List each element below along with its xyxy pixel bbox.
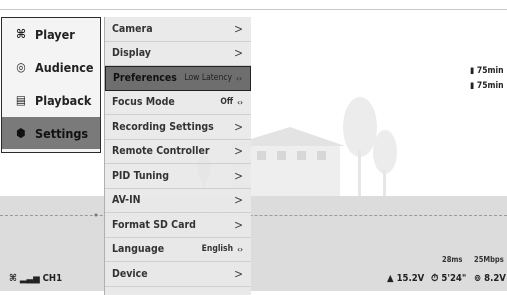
- nav-item-label: Settings: [35, 125, 89, 141]
- row-value: Low Latency: [184, 73, 233, 84]
- row-label: Camera: [112, 22, 153, 35]
- row-label: Recording Settings: [112, 120, 214, 133]
- menu-row-av-in[interactable]: AV-IN >: [105, 189, 251, 213]
- row-label: Preferences: [113, 72, 177, 85]
- battery-time: 75min: [476, 81, 504, 91]
- nav-item-audience[interactable]: ◎ Audience: [2, 51, 100, 83]
- voltage-value: 15.2V: [396, 273, 425, 284]
- drone-battery-indicator: ▮ 75min: [470, 66, 504, 76]
- battery-icon: ▮: [470, 81, 475, 91]
- drone-link-icon: ⌘: [9, 273, 17, 284]
- nav-item-playback[interactable]: ▤ Playback: [2, 84, 100, 116]
- chevron-right-icon: >: [233, 266, 243, 281]
- row-label: Display: [112, 47, 151, 60]
- chevron-right-icon: >: [233, 217, 243, 232]
- chevron-right-icon: >: [233, 21, 243, 36]
- drone-icon: ▲: [387, 273, 394, 284]
- row-label: PID Tuning: [112, 169, 170, 182]
- menu-row-camera[interactable]: Camera >: [105, 17, 251, 42]
- drone-voltage: ▲ 15.2V: [387, 273, 424, 284]
- signal-indicator: ⌘ ▂▃▅ CH1: [9, 273, 62, 284]
- flight-time: ⏱ 5'24": [431, 273, 466, 284]
- player-icon: ⌘: [15, 27, 27, 41]
- row-label: Focus Mode: [112, 96, 175, 109]
- channel-label: CH1: [42, 273, 63, 284]
- left-right-arrows-icon[interactable]: ‹›: [237, 98, 243, 107]
- row-label: Format SD Card: [112, 218, 196, 231]
- nav-item-player[interactable]: ⌘ Player: [2, 18, 100, 50]
- chevron-right-icon: >: [233, 168, 243, 183]
- menu-row-remote-controller[interactable]: Remote Controller >: [105, 140, 251, 164]
- nav-item-settings[interactable]: ⬢ Settings: [2, 117, 100, 149]
- row-label: Remote Controller: [112, 145, 210, 158]
- menu-row-display[interactable]: Display >: [105, 42, 251, 66]
- goggles-voltage-value: 8.2V: [484, 273, 506, 284]
- left-right-arrows-icon[interactable]: ‹›: [236, 74, 242, 83]
- flight-time-value: 5'24": [441, 273, 467, 284]
- row-label: Language: [112, 243, 165, 256]
- goggles-icon: ⊚: [474, 273, 482, 284]
- menu-row-focus-mode[interactable]: Focus Mode Off ‹›: [105, 91, 251, 115]
- latency-readout: 28ms: [442, 255, 463, 264]
- timer-icon: ⏱: [431, 273, 439, 284]
- menu-row-preferences[interactable]: Preferences Low Latency ‹›: [105, 66, 251, 91]
- bitrate-readout: 25Mbps: [474, 255, 504, 264]
- menu-row-device[interactable]: Device >: [105, 262, 251, 287]
- chevron-right-icon: >: [233, 46, 243, 61]
- playback-icon: ▤: [15, 93, 27, 107]
- chevron-right-icon: >: [233, 119, 243, 134]
- settings-gear-icon: ⬢: [16, 126, 26, 140]
- goggles-battery-indicator: ▮ 75min: [470, 81, 504, 91]
- row-value: English: [201, 244, 234, 255]
- battery-time: 75min: [476, 66, 504, 76]
- goggles-voltage: ⊚ 8.2V: [474, 273, 506, 284]
- row-value: Off: [220, 97, 234, 108]
- battery-icon: ▮: [470, 66, 475, 76]
- nav-item-label: Playback: [35, 92, 92, 108]
- signal-bars-icon: ▂▃▅: [19, 273, 40, 284]
- main-nav: ⌘ Player ◎ Audience ▤ Playback ⬢ Setting…: [1, 17, 101, 153]
- menu-row-recording-settings[interactable]: Recording Settings >: [105, 115, 251, 140]
- menu-row-format-sd-card[interactable]: Format SD Card >: [105, 213, 251, 238]
- nav-item-label: Player: [35, 26, 75, 42]
- row-label: AV-IN: [112, 194, 141, 207]
- menu-row-language[interactable]: Language English ‹›: [105, 238, 251, 262]
- chevron-right-icon: >: [233, 144, 243, 159]
- chevron-right-icon: >: [233, 193, 243, 208]
- nav-item-label: Audience: [35, 59, 94, 75]
- audience-icon: ◎: [16, 60, 26, 74]
- row-label: Device: [112, 267, 148, 280]
- menu-row-pid-tuning[interactable]: PID Tuning >: [105, 164, 251, 189]
- left-right-arrows-icon[interactable]: ‹›: [237, 245, 243, 254]
- settings-submenu: Camera > Display > Preferences Low Laten…: [104, 17, 251, 295]
